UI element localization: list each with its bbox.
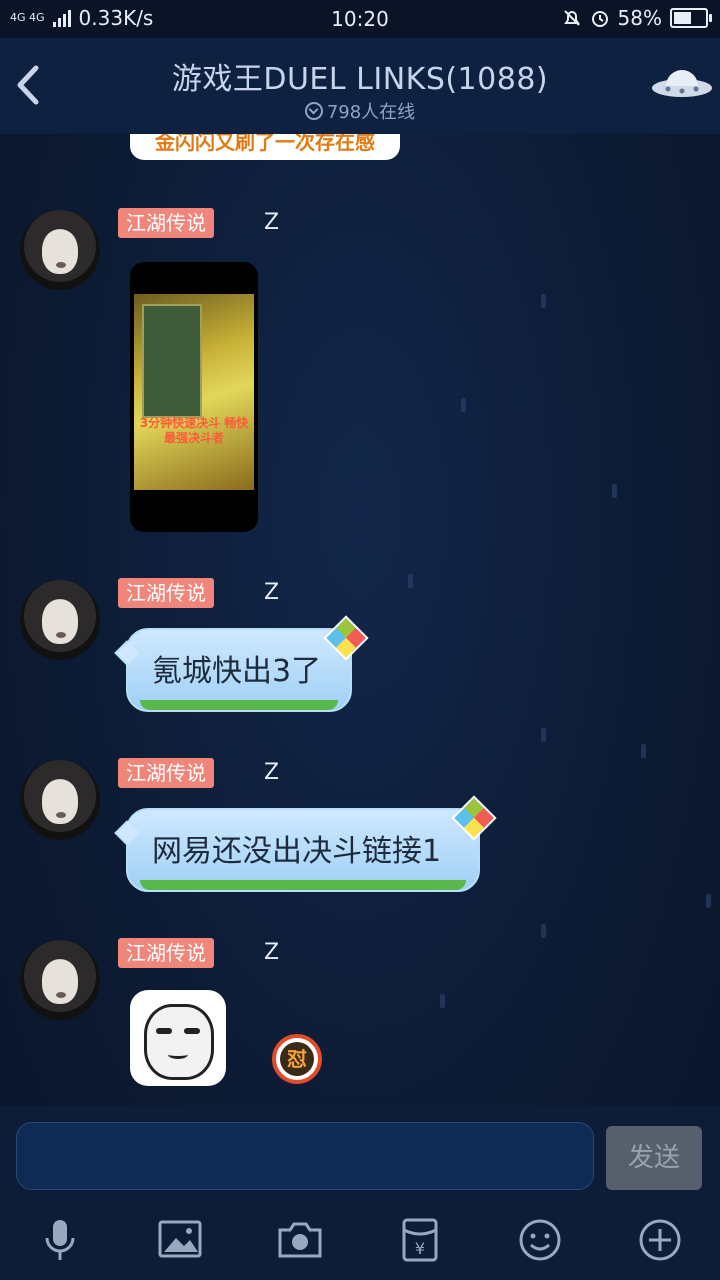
bubble-tail [114,820,140,846]
input-bar: 发送 [0,1106,720,1200]
background-star [612,484,617,498]
online-count-label: 798人在线 [326,102,416,123]
member-badge: 江湖传说 [118,938,214,968]
dui-emoji-icon[interactable]: 怼 [272,1034,322,1084]
member-badge: 江湖传说 [118,208,214,238]
sender-name[interactable]: Z [264,940,279,965]
avatar-lip [56,632,66,638]
avatar[interactable] [20,580,100,660]
background-star [641,744,646,758]
red-packet-icon[interactable]: ¥ [396,1216,444,1264]
image-preview: 3分钟快速决斗 畅快最强决斗者 [134,294,254,490]
sender-name[interactable]: Z [264,210,279,235]
background-star [541,924,546,938]
sender-name[interactable]: Z [264,580,279,605]
member-badge: 江湖传说 [118,578,214,608]
avatar-lip [56,262,66,268]
avatar[interactable] [20,210,100,290]
avatar-lip [56,812,66,818]
message-text: 网易还没出决斗链接1 [152,834,442,869]
online-check-icon [304,102,323,120]
image-message[interactable]: 3分钟快速决斗 畅快最强决斗者 [130,262,258,532]
dui-emoji-label: 怼 [280,1042,314,1076]
text-bubble[interactable]: 氪城快出3了 [114,628,352,712]
sticker-eye [184,1028,200,1034]
chat-header: 游戏王DUEL LINKS(1088) 798人在线 [0,38,720,134]
image-caption: 3分钟快速决斗 畅快最强决斗者 [139,416,249,445]
partial-message[interactable]: 金闪闪又刷了一次存在感 [130,134,400,160]
battery-icon [670,8,712,28]
message-input[interactable] [16,1122,594,1190]
avatar[interactable] [20,760,100,840]
sticker-mouth [168,1050,188,1059]
background-star [408,574,413,588]
background-star [541,294,546,308]
send-button[interactable]: 发送 [606,1126,702,1190]
sticker-eye [156,1028,172,1034]
sticker-message[interactable] [130,990,226,1086]
bubble-tail [114,640,140,666]
plus-icon[interactable] [636,1216,684,1264]
bottom-toolbar: ¥ [0,1200,720,1280]
background-star [440,994,445,1008]
status-bar: 4G 4G 0.33K/s 10:20 58% [0,0,720,38]
avatar[interactable] [20,940,100,1020]
ufo-icon[interactable] [650,62,714,102]
image-card [142,304,202,418]
member-badge: 江湖传说 [118,758,214,788]
sticker-face [144,1004,214,1080]
camera-icon[interactable] [276,1216,324,1264]
avatar-lip [56,992,66,998]
background-star [541,728,546,742]
background-star [461,398,466,412]
svg-text:¥: ¥ [415,1239,425,1258]
status-right: 58% [562,6,712,30]
battery-percent: 58% [617,6,662,30]
online-count[interactable]: 798人在线 [0,98,720,124]
battery-fill [674,12,692,24]
text-bubble[interactable]: 网易还没出决斗链接1 [114,808,480,892]
microphone-icon[interactable] [36,1216,84,1264]
alarm-icon [590,8,610,28]
chat-area[interactable]: 金闪闪又刷了一次存在感 江湖传说 Z 3分钟快速决斗 畅快最强决斗者 江湖传说 … [0,134,720,1106]
sender-name[interactable]: Z [264,760,279,785]
mute-bell-icon [562,8,582,28]
emoji-icon[interactable] [516,1216,564,1264]
group-title[interactable]: 游戏王DUEL LINKS(1088) [0,54,720,98]
message-text: 氪城快出3了 [152,654,322,689]
background-star [706,894,711,908]
image-icon[interactable] [156,1216,204,1264]
